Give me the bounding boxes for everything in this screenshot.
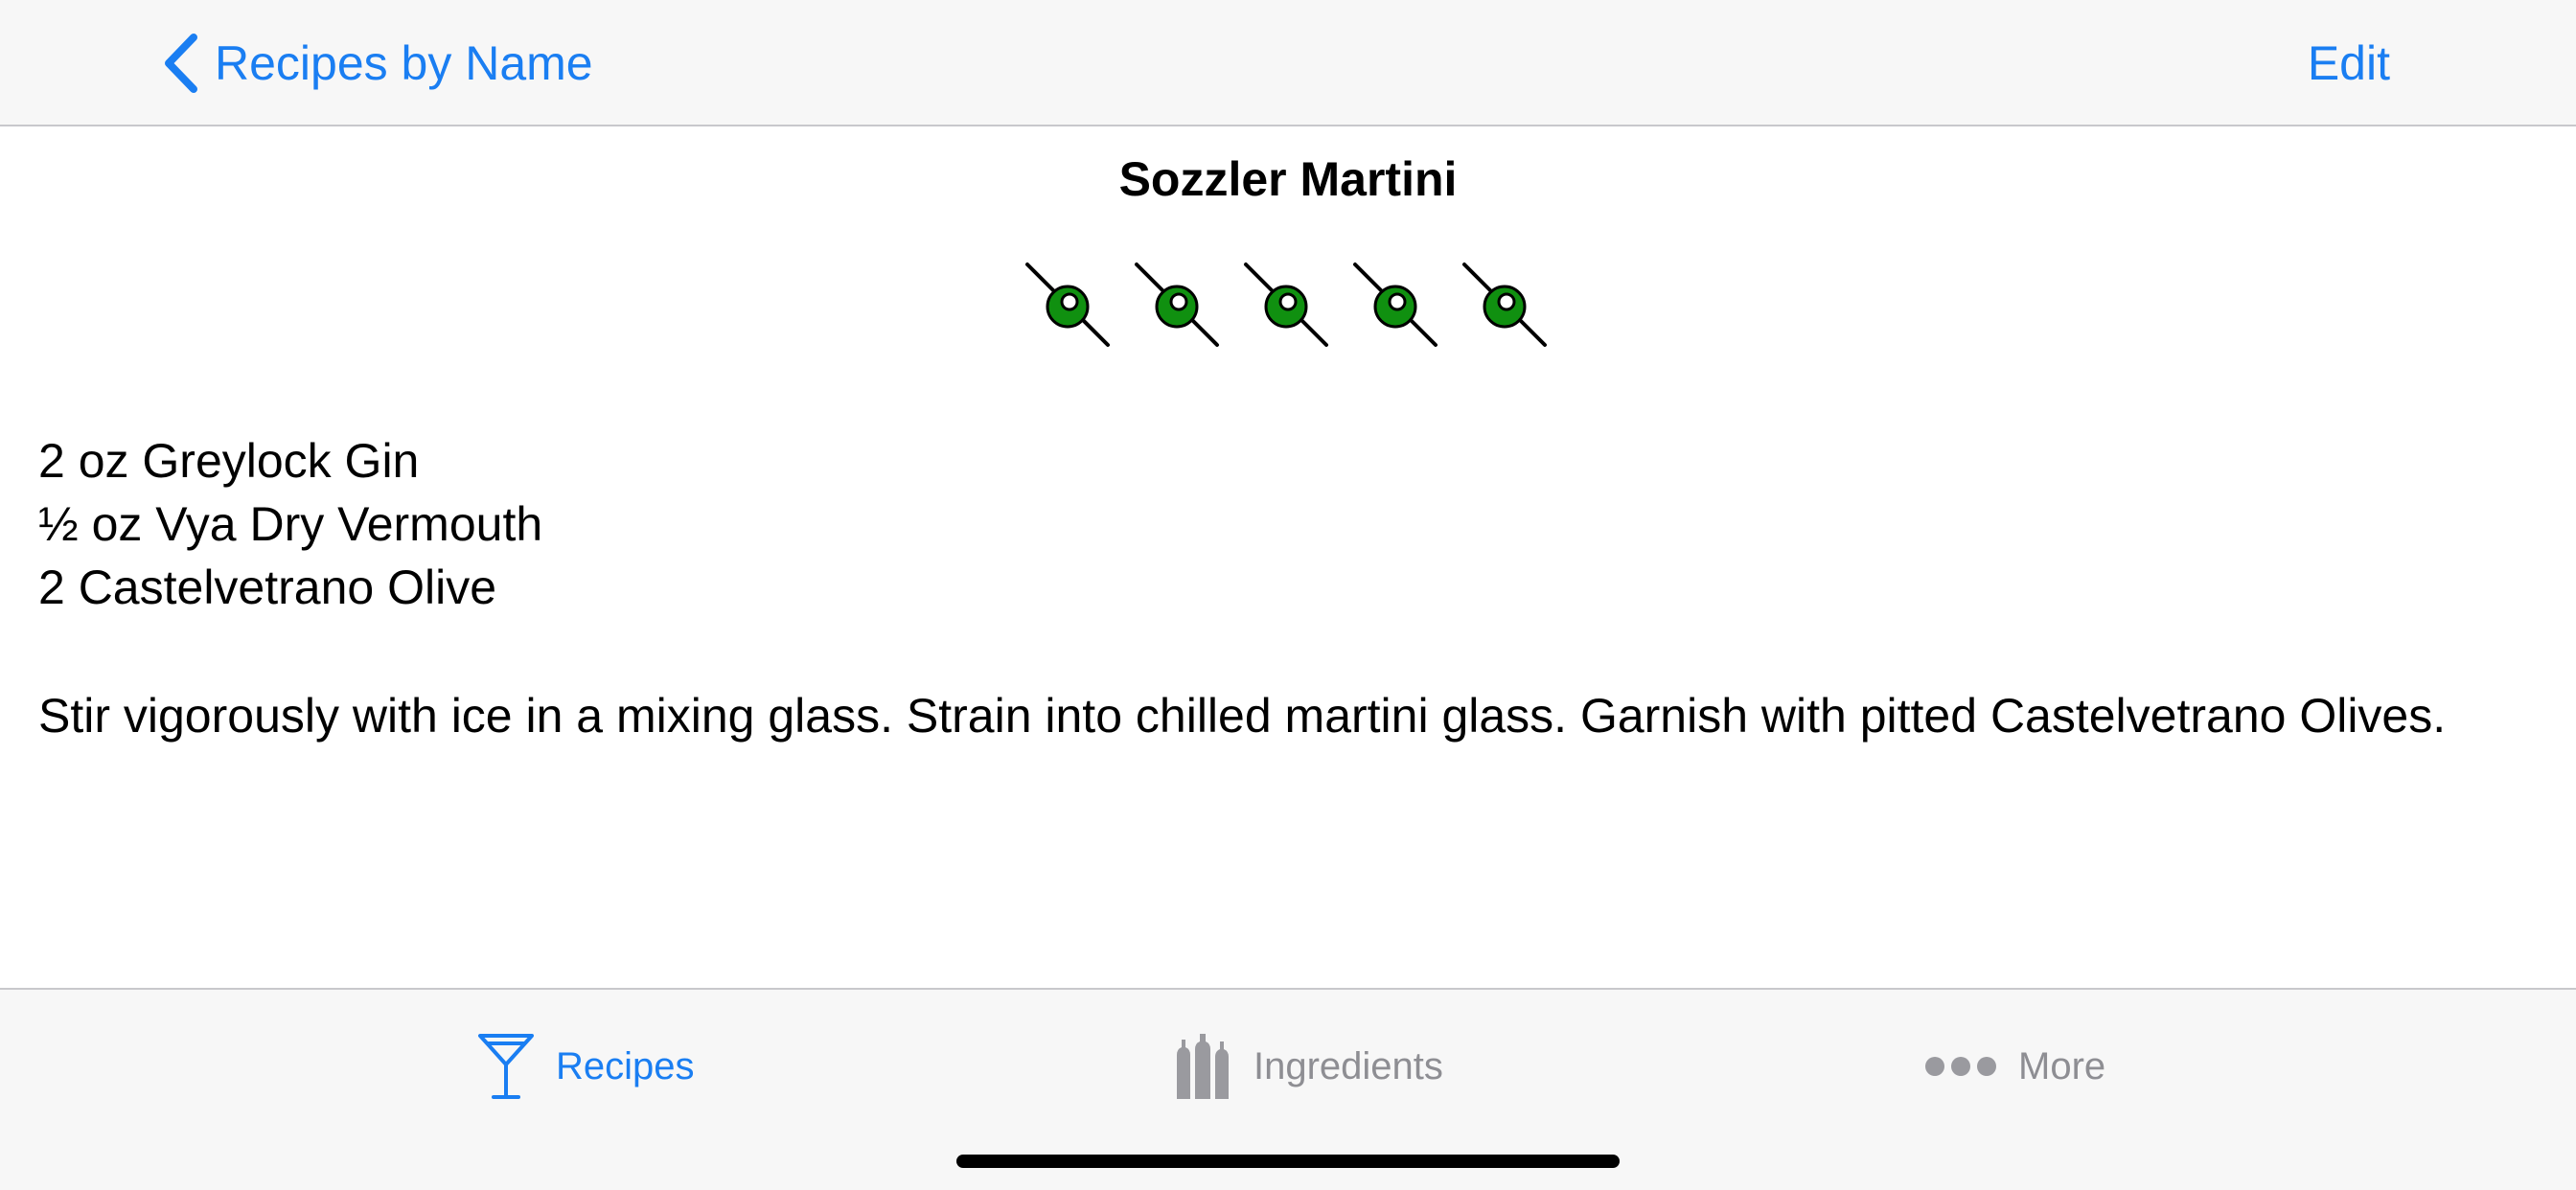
tab-more-label: More: [2018, 1045, 2106, 1087]
home-indicator: [956, 1155, 1620, 1168]
olive-icon: [1462, 263, 1547, 347]
ingredient-item: 2 oz Greylock Gin: [38, 434, 420, 488]
tab-bar: Recipes Ingredients More: [0, 988, 2576, 1190]
ingredient-item: 2 Castelvetrano Olive: [38, 561, 497, 614]
recipe-title: Sozzler Martini: [1118, 152, 1458, 206]
edit-button[interactable]: Edit: [2308, 29, 2390, 98]
tab-ingredients[interactable]: Ingredients: [1175, 1030, 1443, 1103]
bottles-icon: [1177, 1034, 1229, 1099]
martini-glass-icon: [478, 1034, 534, 1099]
back-button-label: Recipes by Name: [215, 36, 593, 90]
ingredient-item: ½ oz Vya Dry Vermouth: [38, 497, 543, 551]
ingredient-list: 2 oz Greylock Gin ½ oz Vya Dry Vermouth …: [38, 429, 542, 619]
more-dots-icon: [1925, 1057, 1996, 1076]
olive-icon: [1353, 263, 1438, 347]
chevron-left-icon: [165, 34, 197, 93]
olive-icon: [1025, 263, 1110, 347]
recipe-instructions: Stir vigorously with ice in a mixing gla…: [38, 689, 2447, 743]
olive-icon: [1244, 263, 1328, 347]
tab-more[interactable]: More: [1924, 1030, 2105, 1103]
navigation-bar: Recipes by Name Edit: [0, 0, 2576, 126]
rating: [1024, 261, 1556, 356]
tab-ingredients-label: Ingredients: [1254, 1045, 1443, 1087]
tab-recipes[interactable]: Recipes: [477, 1030, 695, 1103]
tab-recipes-label: Recipes: [556, 1045, 695, 1087]
back-button[interactable]: Recipes by Name: [161, 29, 593, 98]
olive-icon: [1135, 263, 1219, 347]
recipe-detail-screen: Recipes by Name Edit Sozzler Martini 2 o…: [0, 0, 2576, 1190]
